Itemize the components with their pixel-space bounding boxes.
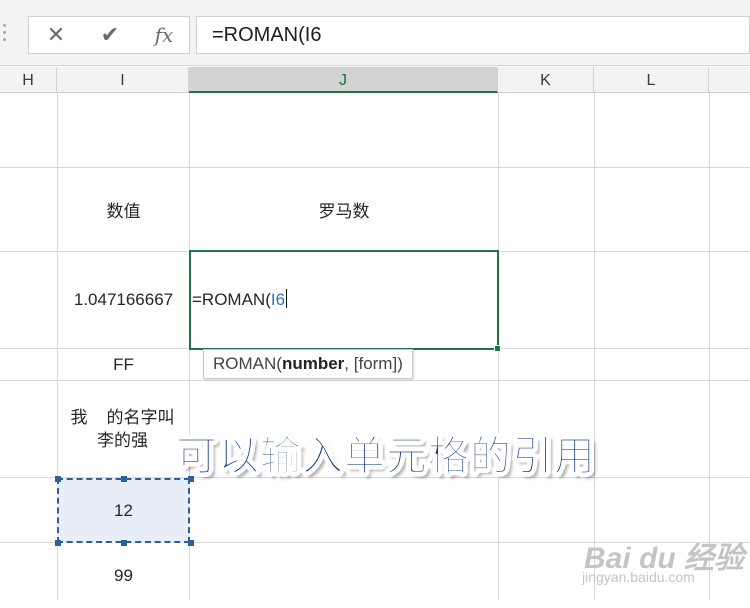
watermark-url: jingyan.baidu.com bbox=[582, 569, 695, 585]
grid-line bbox=[709, 93, 710, 600]
cell-text: 我 的名字叫 李的强 bbox=[70, 408, 175, 450]
function-fx-icon: fx bbox=[154, 23, 174, 47]
cancel-button[interactable]: ✕ bbox=[31, 17, 81, 53]
formula-input[interactable]: =ROMAN(I6 bbox=[196, 16, 750, 54]
fill-handle[interactable] bbox=[494, 345, 501, 352]
text-caret bbox=[286, 289, 288, 308]
column-header-h[interactable]: H bbox=[0, 67, 57, 93]
edit-reference: I6 bbox=[270, 290, 286, 309]
formula-bar-area: ✕ ✔ fx =ROMAN(I6 bbox=[0, 0, 750, 66]
cancel-icon: ✕ bbox=[46, 22, 66, 47]
cell-text: FF bbox=[113, 354, 134, 374]
enter-check-icon: ✔ bbox=[100, 22, 120, 47]
cell-text: 1.047166667 bbox=[73, 290, 174, 309]
cell-j-header[interactable]: 罗马数 bbox=[190, 168, 498, 251]
insert-function-button[interactable]: fx bbox=[139, 17, 189, 53]
cell-edit-text: =ROMAN(I6 bbox=[192, 289, 288, 310]
column-header-i[interactable]: I bbox=[57, 67, 189, 93]
function-tooltip[interactable]: ROMAN(number, [form]) bbox=[203, 349, 413, 379]
formula-buttons: ✕ ✔ fx bbox=[28, 16, 190, 54]
cell-i-value3[interactable]: 我 的名字叫 李的强 bbox=[60, 381, 185, 477]
selection-handle[interactable] bbox=[121, 476, 127, 482]
cell-i-value5[interactable]: 99 bbox=[57, 543, 190, 608]
cell-text: 12 bbox=[114, 500, 133, 520]
cell-i-value1[interactable]: 1.047166667 bbox=[57, 252, 190, 348]
cell-i-value2[interactable]: FF bbox=[57, 349, 190, 380]
edit-prefix: =ROMAN( bbox=[192, 290, 271, 309]
cell-i-header[interactable]: 数值 bbox=[57, 168, 190, 251]
baidu-watermark: Bai du 经验 jingyan.baidu.com bbox=[580, 527, 744, 597]
copy-range-cell[interactable]: 12 bbox=[57, 478, 190, 543]
column-header-row: H I J K L bbox=[0, 67, 750, 93]
tooltip-func: ROMAN( bbox=[213, 354, 282, 373]
drag-handle[interactable] bbox=[2, 24, 8, 44]
grid-line bbox=[594, 93, 595, 600]
tooltip-rest: , [form]) bbox=[344, 354, 403, 373]
cell-text: 数值 bbox=[106, 202, 141, 221]
caption-overlay: 可以输入单元格的引用 bbox=[176, 433, 596, 480]
column-header-j[interactable]: J bbox=[189, 67, 498, 93]
cell-text: 99 bbox=[114, 565, 133, 585]
column-header-l[interactable]: L bbox=[594, 67, 709, 93]
tooltip-arg-number[interactable]: number bbox=[282, 354, 344, 373]
column-header-k[interactable]: K bbox=[498, 67, 594, 93]
selection-handle[interactable] bbox=[55, 476, 61, 482]
cell-text: 罗马数 bbox=[318, 202, 370, 221]
enter-button[interactable]: ✔ bbox=[85, 17, 135, 53]
